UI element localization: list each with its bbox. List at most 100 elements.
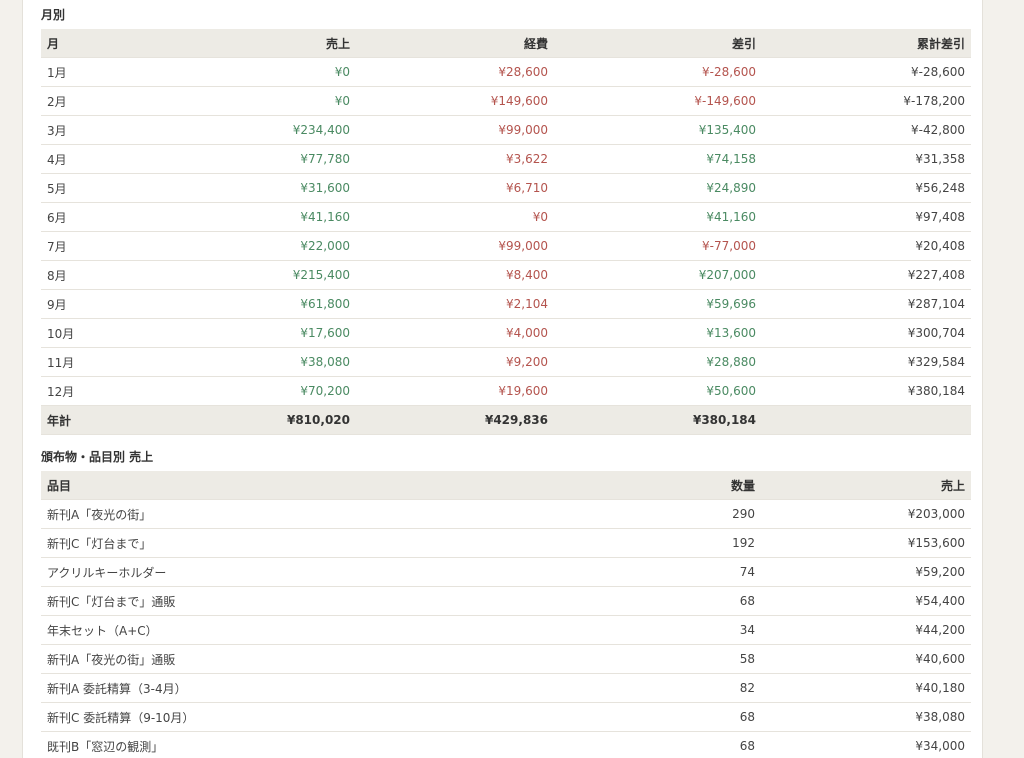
items-table-header: 品目 数量 売上 <box>41 471 971 500</box>
table-row: 既刊B「窓辺の観測」 68 ¥34,000 <box>41 731 971 758</box>
difference-cell: ¥28,880 <box>554 347 762 377</box>
cumulative-cell: ¥-28,600 <box>762 57 971 87</box>
col-header-month: 月 <box>41 29 161 58</box>
item-sales-cell: ¥34,000 <box>761 731 971 758</box>
col-header-item-sales: 売上 <box>761 471 971 500</box>
item-quantity-cell: 74 <box>561 557 761 587</box>
item-sales-cell: ¥38,080 <box>761 702 971 732</box>
expense-cell: ¥8,400 <box>356 260 554 290</box>
month-cell: 2月 <box>41 86 161 116</box>
table-row: 10月 ¥17,600 ¥4,000 ¥13,600 ¥300,704 <box>41 318 971 348</box>
cumulative-cell: ¥-42,800 <box>762 115 971 145</box>
expense-cell: ¥6,710 <box>356 173 554 203</box>
difference-cell: ¥59,696 <box>554 289 762 319</box>
month-cell: 3月 <box>41 115 161 145</box>
sales-cell: ¥38,080 <box>161 347 356 377</box>
month-cell: 6月 <box>41 202 161 232</box>
cumulative-cell: ¥227,408 <box>762 260 971 290</box>
item-quantity-cell: 68 <box>561 731 761 758</box>
table-row: 新刊A 委託精算（3-4月） 82 ¥40,180 <box>41 673 971 703</box>
difference-cell: ¥41,160 <box>554 202 762 232</box>
total-label: 年計 <box>41 405 161 435</box>
difference-cell: ¥50,600 <box>554 376 762 406</box>
difference-cell: ¥207,000 <box>554 260 762 290</box>
item-sales-cell: ¥44,200 <box>761 615 971 645</box>
cumulative-cell: ¥329,584 <box>762 347 971 377</box>
table-row: 11月 ¥38,080 ¥9,200 ¥28,880 ¥329,584 <box>41 347 971 377</box>
item-name-cell: アクリルキーホルダー <box>41 557 561 587</box>
item-name-cell: 新刊A「夜光の街」通販 <box>41 644 561 674</box>
table-row: 3月 ¥234,400 ¥99,000 ¥135,400 ¥-42,800 <box>41 115 971 145</box>
sales-cell: ¥0 <box>161 57 356 87</box>
item-quantity-cell: 34 <box>561 615 761 645</box>
total-row: 年計 ¥810,020 ¥429,836 ¥380,184 <box>41 405 971 435</box>
total-cumulative <box>762 405 971 435</box>
items-section-title: 頒布物・品目別 売上 <box>41 450 154 464</box>
col-header-item: 品目 <box>41 471 561 500</box>
item-name-cell: 新刊C 委託精算（9-10月） <box>41 702 561 732</box>
month-cell: 4月 <box>41 144 161 174</box>
table-row: 新刊C 委託精算（9-10月） 68 ¥38,080 <box>41 702 971 732</box>
sales-cell: ¥31,600 <box>161 173 356 203</box>
monthly-table: 月 売上 経費 差引 累計差引 1月 ¥0 ¥28,600 ¥-28,600 ¥-28,… <box>41 29 971 435</box>
item-quantity-cell: 58 <box>561 644 761 674</box>
difference-cell: ¥13,600 <box>554 318 762 348</box>
month-cell: 5月 <box>41 173 161 203</box>
total-expenses: ¥429,836 <box>356 405 554 435</box>
item-sales-cell: ¥40,600 <box>761 644 971 674</box>
cumulative-cell: ¥-178,200 <box>762 86 971 116</box>
item-sales-cell: ¥59,200 <box>761 557 971 587</box>
table-row: 12月 ¥70,200 ¥19,600 ¥50,600 ¥380,184 <box>41 376 971 406</box>
sales-cell: ¥234,400 <box>161 115 356 145</box>
sales-cell: ¥77,780 <box>161 144 356 174</box>
difference-cell: ¥-28,600 <box>554 57 762 87</box>
expense-cell: ¥9,200 <box>356 347 554 377</box>
table-row: 新刊A「夜光の街」 290 ¥203,000 <box>41 499 971 529</box>
table-row: 新刊C「灯台まで」 192 ¥153,600 <box>41 528 971 558</box>
sales-cell: ¥70,200 <box>161 376 356 406</box>
expense-cell: ¥2,104 <box>356 289 554 319</box>
total-sales: ¥810,020 <box>161 405 356 435</box>
expense-cell: ¥19,600 <box>356 376 554 406</box>
item-quantity-cell: 68 <box>561 586 761 616</box>
item-quantity-cell: 82 <box>561 673 761 703</box>
expense-cell: ¥28,600 <box>356 57 554 87</box>
cumulative-cell: ¥287,104 <box>762 289 971 319</box>
month-cell: 12月 <box>41 376 161 406</box>
month-cell: 9月 <box>41 289 161 319</box>
monthly-section-title: 月別 <box>41 8 66 22</box>
table-row: 1月 ¥0 ¥28,600 ¥-28,600 ¥-28,600 <box>41 57 971 87</box>
sales-cell: ¥0 <box>161 86 356 116</box>
difference-cell: ¥-77,000 <box>554 231 762 261</box>
difference-cell: ¥-149,600 <box>554 86 762 116</box>
col-header-sales: 売上 <box>161 29 356 58</box>
item-name-cell: 年末セット（A+C） <box>41 615 561 645</box>
month-cell: 10月 <box>41 318 161 348</box>
table-row: 7月 ¥22,000 ¥99,000 ¥-77,000 ¥20,408 <box>41 231 971 261</box>
cumulative-cell: ¥300,704 <box>762 318 971 348</box>
item-quantity-cell: 68 <box>561 702 761 732</box>
expense-cell: ¥99,000 <box>356 231 554 261</box>
item-name-cell: 新刊C「灯台まで」通販 <box>41 586 561 616</box>
cumulative-cell: ¥31,358 <box>762 144 971 174</box>
expense-cell: ¥149,600 <box>356 86 554 116</box>
col-header-difference: 差引 <box>554 29 762 58</box>
sales-cell: ¥17,600 <box>161 318 356 348</box>
month-cell: 8月 <box>41 260 161 290</box>
cumulative-cell: ¥380,184 <box>762 376 971 406</box>
col-header-expenses: 経費 <box>356 29 554 58</box>
col-header-quantity: 数量 <box>561 471 761 500</box>
cumulative-cell: ¥97,408 <box>762 202 971 232</box>
expense-cell: ¥0 <box>356 202 554 232</box>
items-table: 品目 数量 売上 新刊A「夜光の街」 290 ¥203,000 新刊C「灯台まで」 19… <box>41 471 971 758</box>
cumulative-cell: ¥56,248 <box>762 173 971 203</box>
monthly-table-header: 月 売上 経費 差引 累計差引 <box>41 29 971 58</box>
sales-cell: ¥215,400 <box>161 260 356 290</box>
table-row: 8月 ¥215,400 ¥8,400 ¥207,000 ¥227,408 <box>41 260 971 290</box>
total-difference: ¥380,184 <box>554 405 762 435</box>
table-row: 新刊C「灯台まで」通販 68 ¥54,400 <box>41 586 971 616</box>
difference-cell: ¥135,400 <box>554 115 762 145</box>
month-cell: 7月 <box>41 231 161 261</box>
item-sales-cell: ¥203,000 <box>761 499 971 529</box>
item-name-cell: 新刊A 委託精算（3-4月） <box>41 673 561 703</box>
